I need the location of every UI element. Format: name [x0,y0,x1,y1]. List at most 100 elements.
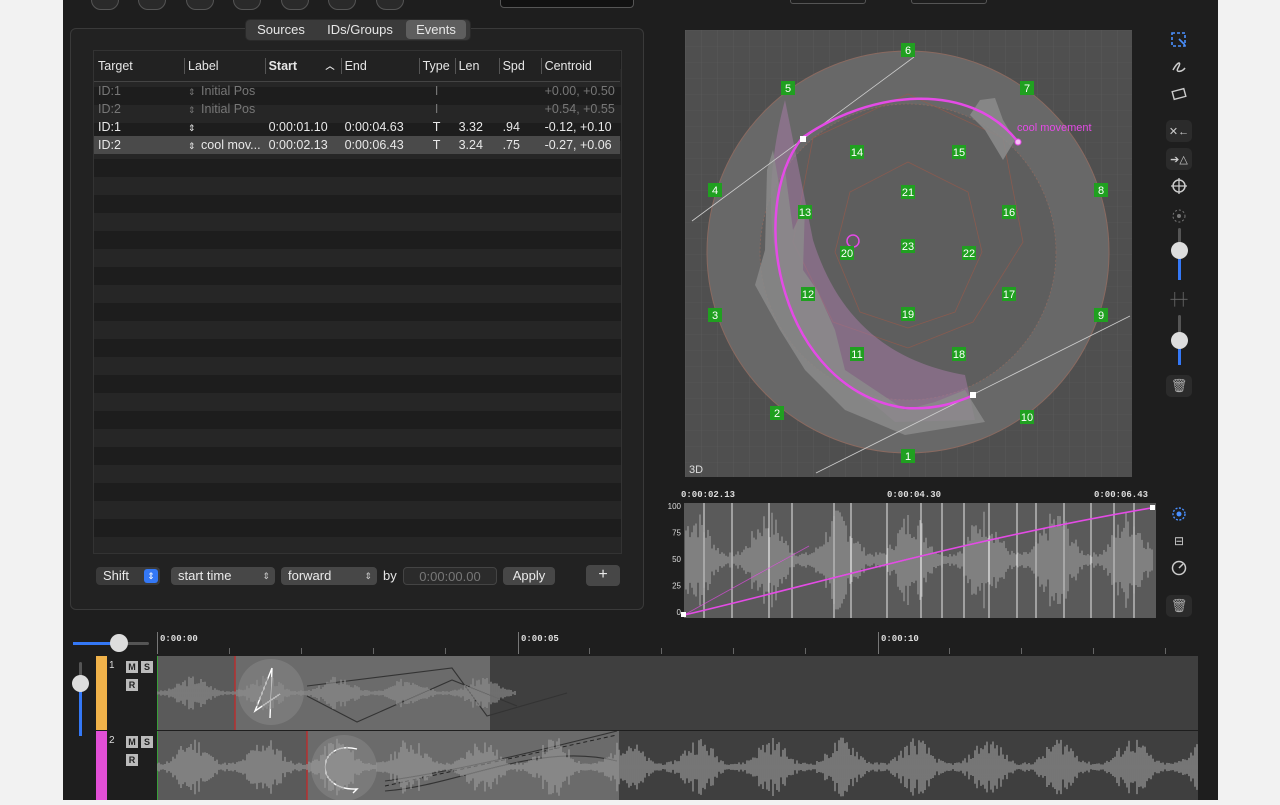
table-row[interactable]: ID:2 ⇕ Initial Pos I +0.54, +0.55 [94,100,620,118]
remove-point-icon[interactable]: ✕← [1166,120,1192,142]
track-color-strip[interactable] [96,656,107,730]
col-label[interactable]: Label [184,51,265,82]
automation-handle[interactable] [681,612,686,617]
cell-type: T [432,138,441,152]
draw-path-icon[interactable] [1166,56,1192,78]
gauge-icon[interactable] [1166,557,1192,579]
y-tick-label: 50 [672,555,681,564]
auto-time-end: 0:00:06.43 [1094,490,1148,500]
toggle-icon[interactable]: ⊟ [1166,530,1192,552]
chevron-updown-icon[interactable]: ⇕ [188,123,196,133]
solo-button[interactable]: S [141,736,153,748]
view-mode-label[interactable]: 3D [689,464,703,476]
speaker-label: 14 [851,147,863,159]
col-start[interactable]: Start ︿ [264,51,341,82]
chevron-updown-icon[interactable]: ⇕ [188,105,198,115]
track-color-strip[interactable] [96,731,107,800]
cell-label: ⇕ cool mov... [184,136,265,154]
toolbar-field[interactable] [790,0,866,4]
speaker-label: 9 [1098,310,1104,322]
table-row[interactable]: ID:1 ⇕ Initial Pos I +0.00, +0.50 [94,82,620,101]
chevron-updown-icon: ⇕ [262,571,270,581]
app-window: Target Label Start ︿ End Type Len Spd Cen… [63,0,1218,801]
cell-spd: .94 [502,120,520,134]
field-select[interactable]: start time ⇕ [171,567,275,585]
trajectory-handle[interactable] [970,392,976,398]
mute-button[interactable]: M [126,736,138,748]
table-row[interactable]: ID:2 ⇕ cool mov... 0:00:02.13 0:00:06.43 T 3.… [94,136,620,154]
apply-button[interactable]: Apply [503,567,555,585]
automation-target-icon[interactable] [1166,503,1192,525]
spatial-canvas[interactable]: cool movement 3D 1234567891011121314 1516… [685,30,1132,477]
automation-trash-icon[interactable]: 🗑 [1166,595,1192,617]
cell-centroid: +0.54, +0.55 [544,102,615,116]
rewind-icon[interactable] [138,0,166,10]
ruler-tick [1165,648,1166,654]
speaker-label: 10 [1021,412,1033,424]
spread-slider[interactable] [1171,228,1188,280]
ruler-tick [445,648,446,654]
table-row[interactable]: ID:1 ⇕ 0:00:01.10 0:00:04.63 T 3.32 .94 -0.12,… [94,118,620,136]
speaker-label: 15 [953,147,965,159]
spatial-view[interactable]: cool movement 3D 1 2 3 4 5 6 7 8 9 10 11 12 13 14 15 16… [685,30,1132,477]
loop-icon[interactable] [376,0,404,10]
timeline-ruler[interactable]: 0:00:00 0:00:05 0:00:10 [157,632,1198,654]
play-icon[interactable] [233,0,261,10]
track-lane[interactable] [156,730,1198,801]
speaker-label: 21 [902,187,914,199]
tab-events[interactable]: Events [406,20,466,39]
ruler-tick [1021,648,1022,654]
tab-ids-groups[interactable]: IDs/Groups [319,20,401,39]
col-target[interactable]: Target [94,51,184,82]
track-height-slider[interactable] [72,662,89,736]
add-marker-icon[interactable]: ➔△ [1166,148,1192,170]
automation-panel[interactable]: 0:00:02.13 0:00:04.30 0:00:06.43 100 75 50… [659,486,1159,621]
cell-start: 0:00:02.13 [268,138,328,152]
trajectory-handle[interactable] [800,136,806,142]
col-len[interactable]: Len [454,51,499,82]
add-event-button[interactable]: + [586,565,620,586]
chevron-updown-icon[interactable]: ⇕ [188,87,198,97]
speaker-label: 6 [905,45,911,57]
by-label: by [383,568,397,583]
skip-back-icon[interactable] [91,0,119,10]
ruler-label: 0:00:05 [521,634,559,644]
toolbar-field-2[interactable] [911,0,987,4]
previous-icon[interactable] [186,0,214,10]
chevron-updown-icon[interactable]: ⇕ [188,141,198,151]
shape-tool-icon[interactable] [1166,83,1192,105]
y-tick-label: 75 [672,529,681,538]
sort-ascending-icon: ︿ [325,61,335,71]
shift-amount-input[interactable]: 0:00:00.00 [403,567,497,585]
ruler-tick [661,648,662,654]
col-type[interactable]: Type [418,51,455,82]
shift-mode-select[interactable]: Shift ⇕ [96,567,160,585]
timecode-display[interactable] [500,0,634,8]
col-spd[interactable]: Spd [498,51,541,82]
track-lane[interactable] [156,656,1198,730]
y-tick-label: 0 [677,608,682,617]
mute-button[interactable]: M [126,661,138,673]
skip-forward-icon[interactable] [328,0,356,10]
solo-button[interactable]: S [141,661,153,673]
direction-select[interactable]: forward ⇕ [281,567,377,585]
record-button[interactable]: R [126,754,138,766]
zoom-slider[interactable] [73,634,149,652]
cell-start [265,82,341,101]
speaker-label: 13 [799,207,811,219]
cell-target: ID:2 [98,102,121,116]
record-button[interactable]: R [126,679,138,691]
col-end[interactable]: End [340,51,419,82]
automation-handle[interactable] [1150,505,1155,510]
record-icon[interactable] [281,0,309,10]
cell-len [455,82,499,101]
select-tool-icon[interactable] [1166,29,1192,51]
col-centroid[interactable]: Centroid [540,51,620,82]
trash-icon[interactable]: 🗑 [1166,375,1192,397]
cell-len [455,100,499,118]
events-panel: Target Label Start ︿ End Type Len Spd Cen… [70,28,644,610]
tab-sources[interactable]: Sources [247,20,315,39]
level-slider[interactable] [1171,315,1188,365]
crosshair-icon[interactable] [1166,175,1192,197]
cell-target: ID:1 [98,120,121,134]
